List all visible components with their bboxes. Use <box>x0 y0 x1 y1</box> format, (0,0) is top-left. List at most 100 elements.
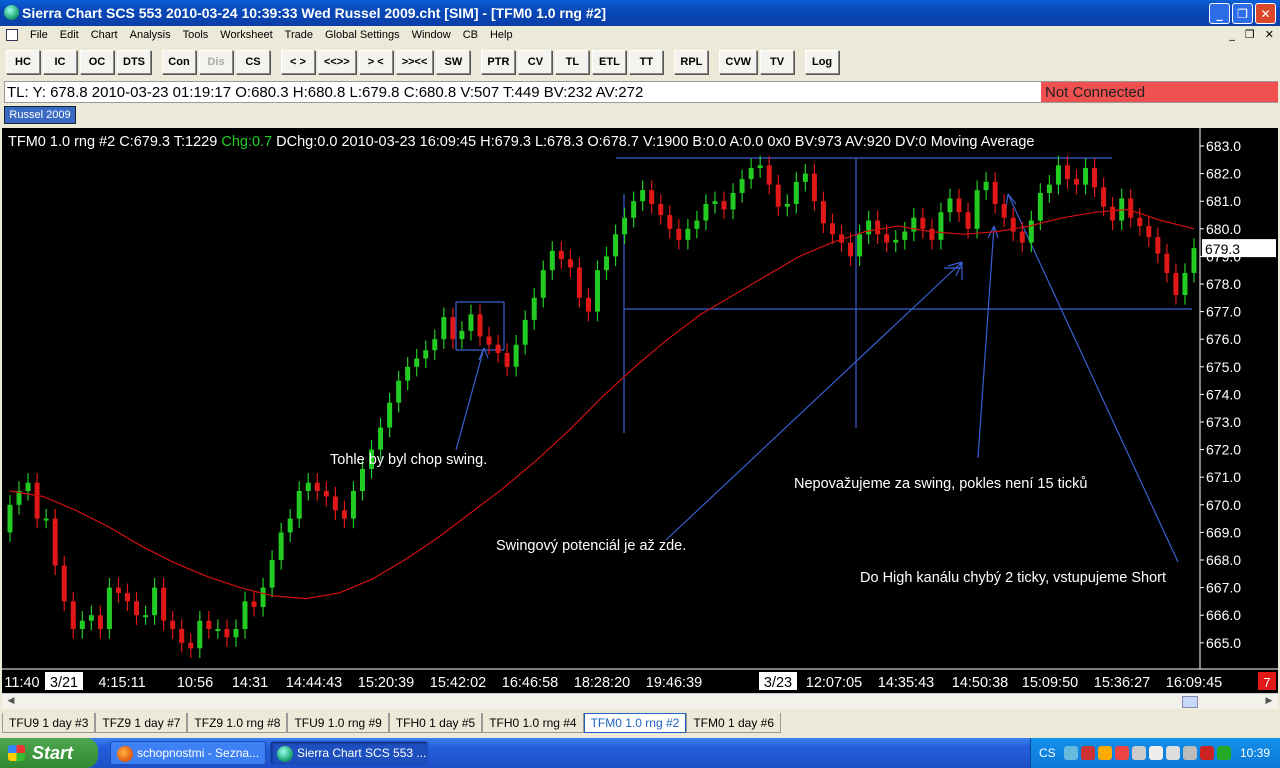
etl-button[interactable]: ETL <box>592 50 627 74</box>
chart-scrollbar[interactable]: ◀ ▶ <box>2 693 1278 709</box>
tray-gear-icon[interactable] <box>1165 746 1180 760</box>
expand-button[interactable]: <<>> <box>318 50 356 74</box>
tray-network-icon[interactable] <box>1063 746 1078 760</box>
candle-body <box>685 228 691 240</box>
task-sierra-label: Sierra Chart SCS 553 ... <box>297 746 427 760</box>
tab-tfu9-1day-3[interactable]: TFU9 1 day #3 <box>2 713 96 733</box>
scroll-thumb[interactable] <box>1182 696 1198 708</box>
tt-button[interactable]: TT <box>629 50 664 74</box>
menu-help[interactable]: Help <box>484 29 519 41</box>
candle-body <box>1110 206 1116 221</box>
candle-body <box>820 201 826 224</box>
task-sierra-chart[interactable]: Sierra Chart SCS 553 ... <box>270 741 428 765</box>
tray-status-icon[interactable] <box>1216 746 1231 760</box>
candle-body <box>143 615 149 618</box>
compress-button[interactable]: > < <box>358 50 393 74</box>
tv-button[interactable]: TV <box>760 50 795 74</box>
tab-tfu9-rng-9[interactable]: TFU9 1.0 rng #9 <box>287 713 389 733</box>
tab-tfh0-rng-4[interactable]: TFH0 1.0 rng #4 <box>482 713 584 733</box>
tray-usb-icon[interactable] <box>1182 746 1197 760</box>
menu-global-settings[interactable]: Global Settings <box>319 29 406 41</box>
close-button[interactable]: ✕ <box>1255 3 1276 24</box>
candle-body <box>712 201 718 204</box>
y-tick-label: 682.0 <box>1206 166 1241 182</box>
tray-monitor-icon[interactable] <box>1080 746 1095 760</box>
tab-tfm0-1day-6[interactable]: TFM0 1 day #6 <box>686 713 782 733</box>
x-tick-label: 14:31 <box>232 675 268 691</box>
menu-trade[interactable]: Trade <box>279 29 319 41</box>
candle-body <box>296 491 302 519</box>
candle-body <box>341 510 347 519</box>
x-tick-label: 15:42:02 <box>430 675 486 691</box>
candle-body <box>197 620 203 649</box>
candle-body <box>703 203 709 221</box>
tray-antivirus-icon[interactable] <box>1199 746 1214 760</box>
start-button[interactable]: Start <box>0 738 98 768</box>
candle-body <box>604 256 610 271</box>
cs-button[interactable]: CS <box>236 50 270 74</box>
tl-button[interactable]: TL <box>555 50 590 74</box>
candle-body <box>1164 253 1170 273</box>
y-tick-label: 671.0 <box>1206 469 1241 485</box>
con-button[interactable]: Con <box>162 50 196 74</box>
menu-window[interactable]: Window <box>406 29 457 41</box>
candle-body <box>1182 272 1188 296</box>
mdi-close-button[interactable]: ✕ <box>1265 28 1274 41</box>
candle-body <box>784 203 790 207</box>
candle-body <box>486 336 492 345</box>
ptr-button[interactable]: PTR <box>481 50 516 74</box>
annotation-short-entry: Do High kanálu chybý 2 ticky, vstupujeme… <box>860 570 1166 586</box>
sierra-chart-window: Sierra Chart SCS 553 2010-03-24 10:39:33… <box>0 0 1280 768</box>
hc-button[interactable]: HC <box>6 50 40 74</box>
menu-worksheet[interactable]: Worksheet <box>214 29 278 41</box>
compress-more-button[interactable]: >><< <box>395 50 434 74</box>
tray-sync-icon[interactable] <box>1148 746 1163 760</box>
scroll-left-icon[interactable]: ◀ <box>4 696 18 708</box>
sw-button[interactable]: SW <box>436 50 471 74</box>
mdi-minimize-button[interactable]: _ <box>1229 28 1235 41</box>
menu-tools[interactable]: Tools <box>177 29 215 41</box>
ic-button[interactable]: IC <box>43 50 77 74</box>
windows-flag-icon <box>8 745 25 761</box>
tray-volume-icon[interactable] <box>1131 746 1146 760</box>
tray-folder-icon[interactable] <box>1097 746 1112 760</box>
scroll-center-button[interactable]: < > <box>281 50 315 74</box>
log-button[interactable]: Log <box>805 50 840 74</box>
y-tick-label: 683.0 <box>1206 138 1241 154</box>
restore-button[interactable]: ❐ <box>1232 3 1253 24</box>
dis-button[interactable]: Dis <box>199 50 233 74</box>
chartbook-tab[interactable]: Russel 2009 <box>4 106 76 124</box>
document-icon[interactable] <box>6 29 18 41</box>
candle-body <box>992 181 998 204</box>
oc-button[interactable]: OC <box>80 50 114 74</box>
price-chart[interactable]: 683.0682.0681.0680.0679.0678.0677.0676.0… <box>2 128 1278 693</box>
menu-chart[interactable]: Chart <box>85 29 124 41</box>
dts-button[interactable]: DTS <box>117 50 151 74</box>
candle-body <box>549 250 555 271</box>
annotation-arrow-short <box>1007 193 1179 563</box>
tab-tfm0-rng-2[interactable]: TFM0 1.0 rng #2 <box>583 713 687 733</box>
candle-body <box>974 190 980 229</box>
tab-tfz9-rng-8[interactable]: TFZ9 1.0 rng #8 <box>187 713 288 733</box>
corner-badge-label: 7 <box>1263 675 1270 690</box>
menu-cb[interactable]: CB <box>457 29 484 41</box>
rpl-button[interactable]: RPL <box>674 50 709 74</box>
chart-canvas[interactable]: 683.0682.0681.0680.0679.0678.0677.0676.0… <box>2 128 1278 693</box>
status-text: TL: Y: 678.8 2010-03-23 01:19:17 O:680.3… <box>7 83 644 101</box>
candle-body <box>640 190 646 202</box>
minimize-button[interactable]: _ <box>1209 3 1230 24</box>
tab-tfh0-1day-5[interactable]: TFH0 1 day #5 <box>388 713 483 733</box>
tab-tfz9-1day-7[interactable]: TFZ9 1 day #7 <box>95 713 188 733</box>
candle-body <box>314 482 320 491</box>
language-indicator[interactable]: CS <box>1039 746 1056 760</box>
cvw-button[interactable]: CVW <box>719 50 758 74</box>
menu-file[interactable]: File <box>24 29 54 41</box>
task-firefox[interactable]: schopnostmi - Sezna... <box>110 741 266 765</box>
scroll-right-icon[interactable]: ▶ <box>1262 696 1276 708</box>
menu-edit[interactable]: Edit <box>54 29 85 41</box>
candle-body <box>106 587 112 629</box>
cv-button[interactable]: CV <box>518 50 553 74</box>
mdi-restore-button[interactable]: ❐ <box>1245 28 1255 41</box>
menu-analysis[interactable]: Analysis <box>124 29 177 41</box>
tray-flag-icon[interactable] <box>1114 746 1129 760</box>
